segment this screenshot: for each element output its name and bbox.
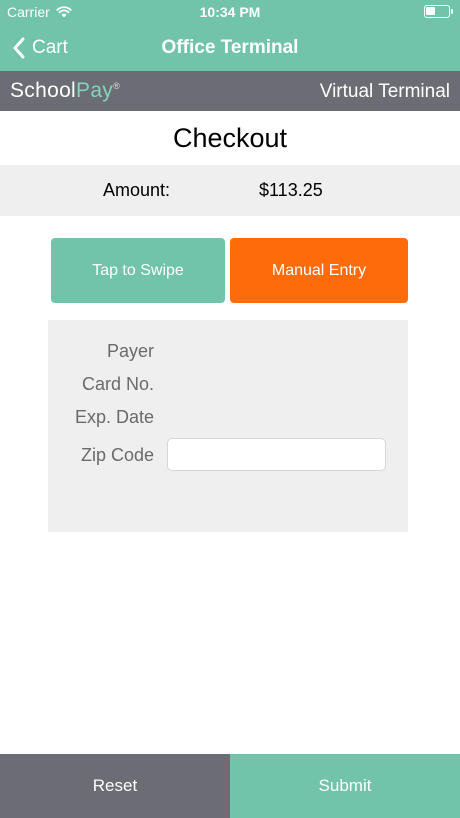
zip-code-label: Zip Code bbox=[80, 445, 154, 465]
payment-form: Payer Card No. Exp. Date Zip Code bbox=[48, 320, 408, 532]
submit-button[interactable]: Submit bbox=[230, 754, 460, 818]
exp-date-label: Exp. Date bbox=[74, 407, 154, 427]
back-button[interactable]: Cart bbox=[12, 24, 68, 71]
manual-entry-button[interactable]: Manual Entry bbox=[230, 238, 408, 303]
brand-bar: SchoolPay® Virtual Terminal bbox=[0, 71, 460, 111]
page-title: Checkout bbox=[172, 122, 288, 153]
zip-code-input[interactable] bbox=[167, 438, 386, 471]
status-time: 10:34 PM bbox=[199, 4, 261, 20]
nav-title: Office Terminal bbox=[161, 36, 299, 58]
schoolpay-logo: SchoolPay® bbox=[10, 79, 121, 102]
amount-label: Amount: bbox=[103, 180, 171, 200]
status-bar: Carrier 10:34 PM bbox=[0, 0, 460, 24]
battery-icon bbox=[424, 5, 453, 18]
amount-row: Amount: $113.25 bbox=[0, 165, 460, 216]
chevron-left-icon bbox=[13, 37, 25, 58]
payer-label: Payer bbox=[106, 341, 154, 361]
amount-value: $113.25 bbox=[259, 180, 323, 200]
reset-button[interactable]: Reset bbox=[0, 754, 230, 818]
nav-bar: Cart Office Terminal bbox=[0, 24, 460, 71]
back-label: Cart bbox=[32, 36, 68, 58]
header: Carrier 10:34 PM Cart Office Terminal bbox=[0, 0, 460, 71]
card-number-label: Card No. bbox=[81, 374, 154, 394]
tap-to-swipe-button[interactable]: Tap to Swipe bbox=[51, 238, 225, 303]
virtual-terminal-label: Virtual Terminal bbox=[319, 81, 450, 102]
